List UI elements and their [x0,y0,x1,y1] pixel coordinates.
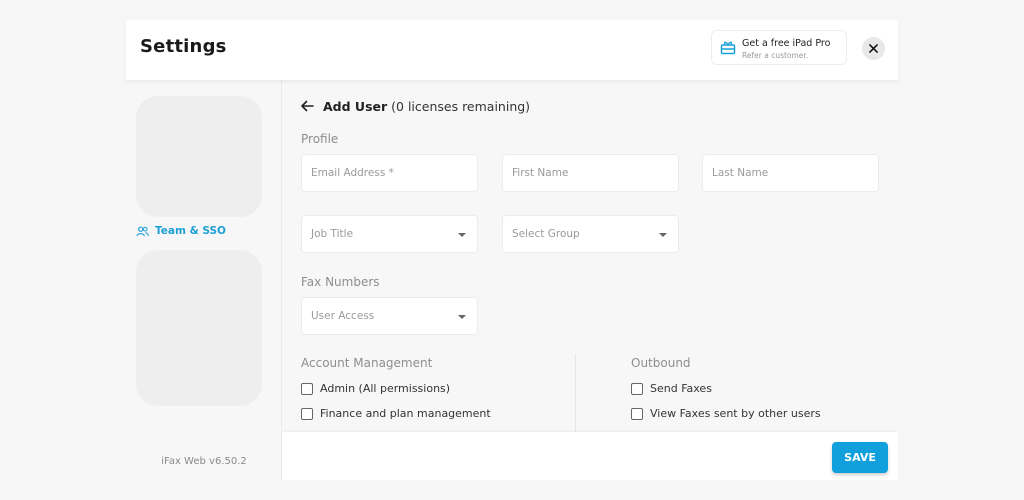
view-faxes-checkbox[interactable] [631,407,643,420]
column-divider [575,354,576,432]
users-icon [136,226,149,236]
save-button[interactable]: SAVE [832,442,888,473]
account-management-label: Account Management [301,356,433,370]
first-name-field[interactable] [502,154,679,192]
finance-checkbox[interactable] [301,407,313,420]
close-icon [869,44,878,53]
settings-modal: Settings Get a free iPad Pro Refer a cus… [126,20,898,480]
caret-down-icon [458,233,466,237]
user-access-placeholder: User Access [311,310,375,322]
licenses-remaining: (0 licenses remaining) [391,99,531,114]
modal-header: Settings Get a free iPad Pro Refer a cus… [126,20,898,80]
checkbox-label: Admin (All permissions) [320,382,451,395]
referral-promo-button[interactable]: Get a free iPad Pro Refer a customer. [711,30,847,65]
send-faxes-checkbox[interactable] [631,382,643,395]
sidebar-placeholder [136,250,262,406]
form-title: Add User [323,99,388,114]
last-name-input[interactable] [703,155,878,191]
app-version: iFax Web v6.50.2 [161,456,247,467]
finance-checkbox-row[interactable]: Finance and plan management [301,407,491,420]
fax-numbers-label: Fax Numbers [301,275,380,289]
checkbox-label: View Faxes sent by other users [650,407,821,420]
send-faxes-checkbox-row[interactable]: Send Faxes [631,382,712,395]
sidebar-item-label: Team & SSO [155,225,226,237]
sidebar: Team & SSO iFax Web v6.50.2 [126,80,282,480]
promo-subtitle: Refer a customer. [742,51,809,60]
group-select[interactable]: Select Group [502,215,679,253]
caret-down-icon [659,233,667,237]
admin-checkbox-row[interactable]: Admin (All permissions) [301,382,450,395]
form-footer: SAVE [282,432,898,480]
promo-title: Get a free iPad Pro [742,38,831,49]
back-arrow-icon[interactable] [300,99,314,113]
sidebar-placeholder [136,96,262,217]
page-title: Settings [140,36,227,57]
checkbox-label: Finance and plan management [320,407,491,420]
email-input[interactable] [302,155,477,191]
email-field[interactable] [301,154,478,192]
view-faxes-checkbox-row[interactable]: View Faxes sent by other users [631,407,821,420]
profile-label: Profile [301,132,339,146]
close-button[interactable] [862,37,885,60]
group-placeholder: Select Group [512,228,580,240]
sidebar-item-team-sso[interactable]: Team & SSO [136,225,226,237]
user-access-select[interactable]: User Access [301,297,478,335]
last-name-field[interactable] [702,154,879,192]
admin-checkbox[interactable] [301,382,313,395]
outbound-label: Outbound [631,356,691,370]
first-name-input[interactable] [503,155,678,191]
add-user-form: Add User (0 licenses remaining) Profile … [283,80,898,432]
job-title-placeholder: Job Title [311,228,354,240]
checkbox-label: Send Faxes [650,382,712,395]
job-title-select[interactable]: Job Title [301,215,478,253]
caret-down-icon [458,315,466,319]
form-heading: Add User (0 licenses remaining) [323,99,530,114]
gift-icon [720,41,736,55]
